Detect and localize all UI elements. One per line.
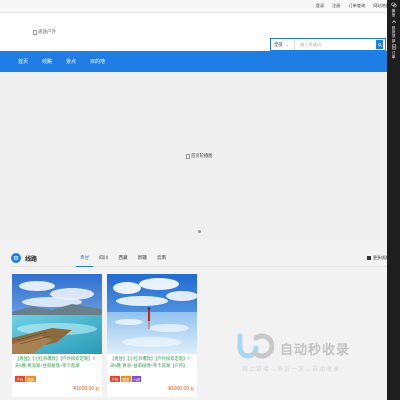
arrow-up-icon: [391, 20, 396, 23]
more-routes-link[interactable]: 更多线路: [367, 255, 389, 261]
wechat-icon: [390, 2, 397, 8]
nav-item-routes[interactable]: 线路: [42, 58, 52, 65]
watermark: 自动秒收录 做上链接→来访一次→自动收录: [232, 330, 392, 380]
search-category-select[interactable]: 全部 ⌄: [271, 39, 295, 50]
nav-item-attractions[interactable]: 景点: [66, 58, 76, 65]
tag-badge: 户外: [110, 376, 120, 382]
route-icon: [11, 253, 21, 263]
route-card-tags: 户外 跟团: [12, 376, 102, 382]
broken-image-icon: [186, 153, 190, 159]
search-input[interactable]: [295, 39, 376, 50]
route-card-price: ¥1000.00 起: [73, 386, 99, 392]
route-card[interactable]: 【青甘】【小红书爆款】【户外探索定制】7天6晚 青海湖+甘南秘境+茶卡盐湖 户外…: [12, 274, 102, 397]
banner-carousel[interactable]: 首页轮播图: [0, 72, 400, 240]
login-link[interactable]: 登录: [316, 3, 324, 9]
region-tabs: 青甘 四川 西藏 新疆 云南: [75, 250, 171, 267]
watermark-main-text: 自动秒收录: [280, 342, 351, 357]
order-icon: [391, 44, 396, 50]
site-logo[interactable]: 途途户外: [33, 29, 56, 35]
route-card-image: [107, 274, 197, 354]
nav-item-destinations[interactable]: 目的地: [90, 58, 105, 65]
tab-xinjiang[interactable]: 新疆: [133, 250, 152, 266]
price-unit: 起: [190, 387, 195, 391]
tab-yunnan[interactable]: 云南: [152, 250, 171, 266]
order-query-link[interactable]: 订单查询: [348, 3, 365, 9]
nav-item-home[interactable]: 首页: [18, 58, 28, 65]
wechat-label: 微信: [391, 9, 396, 18]
route-card-price: ¥1000.00 起: [168, 386, 194, 392]
price-value: ¥1000.00: [73, 386, 95, 392]
search-category-value: 全部: [274, 41, 283, 47]
carousel-indicator[interactable]: [198, 230, 201, 233]
routes-section-header: 线路 青甘 四川 西藏 新疆 云南 更多线路: [11, 250, 389, 267]
route-card[interactable]: 【青甘】【小红书爆款】【户外探索定制】7天6晚 青海+甘南秘境+茶卡盐湖【户外】…: [107, 274, 197, 397]
floating-sidebar: 微信 回到顶部 订单: [387, 0, 400, 400]
tag-badge: 户外: [15, 376, 25, 382]
order-button[interactable]: 订单: [387, 44, 400, 59]
back-to-top-label: 回到顶部: [391, 26, 396, 43]
banner-image: 首页轮播图: [186, 153, 212, 159]
route-card-tags: 户外 跟团 小团: [107, 376, 197, 382]
top-utility-bar: 登录 注册 订单查询 网站地图: [0, 0, 400, 13]
price-value: ¥1000.00: [168, 386, 190, 392]
price-unit: 起: [95, 387, 100, 391]
search-box: 全部 ⌄: [270, 38, 386, 51]
search-icon: [377, 42, 382, 47]
broken-image-icon: [33, 29, 37, 35]
wechat-button[interactable]: 微信: [387, 2, 400, 17]
tag-badge: 跟团: [25, 376, 36, 382]
back-to-top-button[interactable]: 回到顶部: [387, 19, 400, 43]
watermark-sub-text: 做上链接→来访一次→自动收录: [242, 367, 341, 373]
search-button[interactable]: [376, 40, 383, 49]
order-label: 订单: [391, 51, 396, 60]
main-nav: 首页 线路 景点 目的地: [0, 51, 400, 72]
logo-alt-text: 途途户外: [38, 29, 56, 34]
header: 途途户外 全部 ⌄: [0, 13, 400, 51]
banner-alt-text: 首页轮播图: [191, 153, 213, 158]
route-card-title[interactable]: 【青甘】【小红书爆款】【户外探索定制】7天6晚 青海+甘南秘境+茶卡盐湖【户外】: [107, 354, 197, 376]
tab-sichuan[interactable]: 四川: [94, 250, 113, 266]
route-card-title[interactable]: 【青甘】【小红书爆款】【户外探索定制】7天6晚 青海湖+甘南秘境+茶卡盐湖: [12, 354, 102, 376]
watermark-logo-icon: [237, 333, 274, 359]
tab-xizang[interactable]: 西藏: [113, 250, 132, 266]
tab-qinggan[interactable]: 青甘: [75, 250, 94, 267]
tag-badge: 跟团: [120, 376, 131, 382]
page: 登录 注册 订单查询 网站地图 途途户外 全部 ⌄ 首页 线路: [0, 0, 400, 400]
section-title: 线路: [25, 256, 38, 263]
register-link[interactable]: 注册: [332, 3, 340, 9]
tag-badge: 小团: [131, 376, 142, 382]
more-icon: [367, 256, 371, 260]
route-card-image: [12, 274, 102, 354]
chevron-down-icon: ⌄: [285, 42, 289, 47]
